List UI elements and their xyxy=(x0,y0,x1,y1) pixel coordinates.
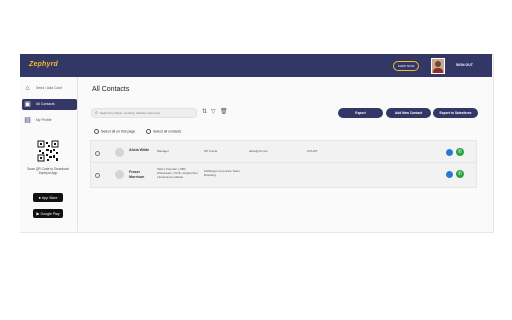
sidebar-item-my-profile[interactable]: ▤ My Profile xyxy=(22,115,77,126)
sign-out-button[interactable]: SIGN OUT xyxy=(456,63,473,67)
contact-name[interactable]: Fraser Morrison xyxy=(129,170,151,180)
search-input[interactable] xyxy=(100,109,192,117)
contact-country: COUNT xyxy=(307,149,318,153)
sidebar-item-label: All Contacts xyxy=(36,102,55,106)
logo[interactable]: Zephyrd xyxy=(29,61,58,68)
top-bar: Zephyrd SHOP NOW SIGN OUT xyxy=(20,54,492,77)
contact-company: NP Foods xyxy=(204,149,218,153)
filter-icon[interactable]: ▽ xyxy=(211,108,216,116)
add-new-contact-button[interactable]: Add New Contact xyxy=(386,108,431,118)
select-all-label: Select all contacts xyxy=(153,129,182,134)
contact-name[interactable]: Alicia Wilde xyxy=(129,148,151,153)
app-store-button[interactable]: ●App Store xyxy=(33,193,63,202)
sort-icon[interactable]: ⇅ xyxy=(202,108,207,116)
radio-icon[interactable] xyxy=(94,129,99,134)
sidebar-item-label: Send / Add Card xyxy=(36,86,62,90)
google-play-label: Google Play xyxy=(40,212,60,216)
export-button[interactable]: Export xyxy=(338,108,383,118)
shop-now-button[interactable]: SHOP NOW xyxy=(393,61,419,71)
page-title: All Contacts xyxy=(92,86,130,93)
google-play-button[interactable]: ▶Google Play xyxy=(33,209,63,218)
sidebar-item-send-add-card[interactable]: ⌂ Send / Add Card xyxy=(22,83,77,94)
contact-avatar xyxy=(115,170,124,179)
search-icon: ⌕ xyxy=(95,110,98,116)
home-icon: ⌂ xyxy=(25,85,30,92)
radio-icon[interactable] xyxy=(146,129,151,134)
contact-avatar xyxy=(115,148,124,157)
contact-title: CEO | Founder | OBh Wholesaler | SOS | D… xyxy=(157,167,198,179)
qr-caption: Scan QR Code to Download Zephyrd App xyxy=(27,167,69,175)
select-radio[interactable] xyxy=(95,173,100,178)
contact-title: Manager xyxy=(157,149,169,153)
apple-icon: ● xyxy=(38,195,41,200)
select-page-option[interactable]: Select all on this page xyxy=(94,129,135,134)
sidebar-item-all-contacts[interactable]: ▣ All Contacts xyxy=(22,99,77,110)
select-page-label: Select all on this page xyxy=(101,129,136,134)
qr-code xyxy=(37,140,59,162)
play-icon: ▶ xyxy=(36,211,40,216)
contact-company: 1000ways Corporate Team Branding xyxy=(204,169,240,177)
select-radio[interactable] xyxy=(95,151,100,156)
export-salesforce-button[interactable]: Export to Salesforce xyxy=(433,108,478,118)
avatar[interactable] xyxy=(431,58,445,74)
sidebar-item-label: My Profile xyxy=(36,118,52,122)
delete-icon[interactable]: 🗑 xyxy=(220,108,228,116)
contact-card[interactable]: Fraser Morrison CEO | Founder | OBh Whol… xyxy=(90,162,477,188)
contacts-icon: ▣ xyxy=(24,101,31,108)
whatsapp-icon[interactable]: ✆ xyxy=(456,170,464,178)
whatsapp-icon[interactable]: ✆ xyxy=(456,148,464,156)
search-bar[interactable]: ⌕ xyxy=(91,108,197,118)
select-all-option[interactable]: Select all contacts xyxy=(146,129,181,134)
profile-icon: ▤ xyxy=(24,117,31,124)
contact-email: alicia@nf.com xyxy=(249,149,268,153)
app-store-label: App Store xyxy=(41,196,58,200)
message-icon[interactable] xyxy=(446,149,453,156)
message-icon[interactable] xyxy=(446,171,453,178)
